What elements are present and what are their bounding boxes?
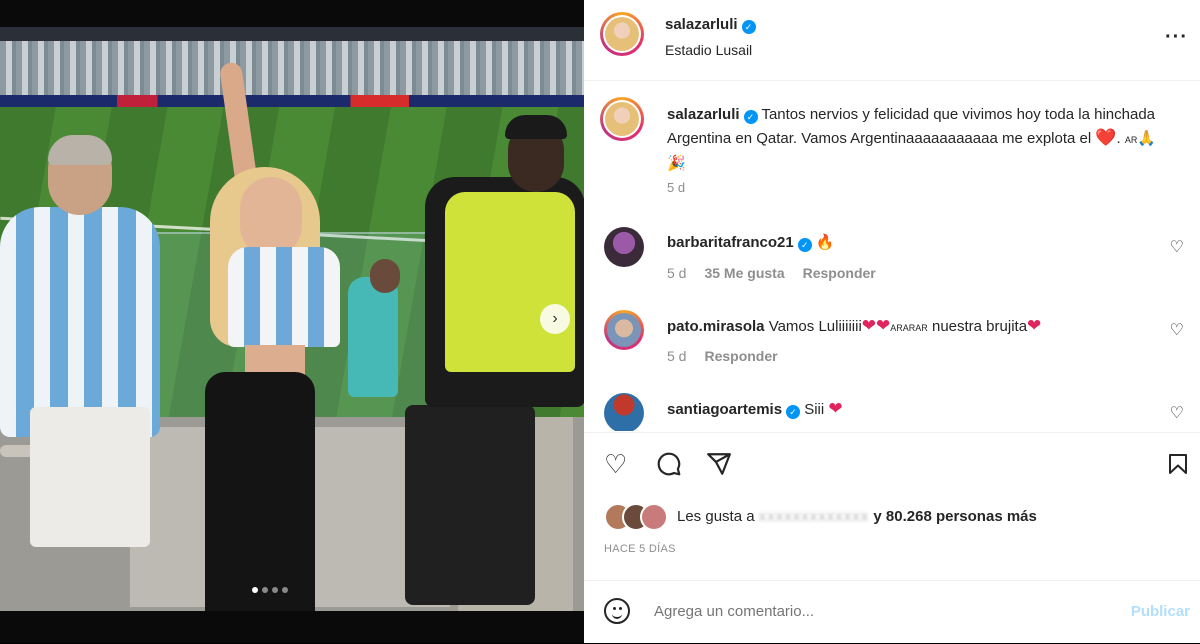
chevron-right-icon: › bbox=[552, 310, 558, 327]
media-dot bbox=[262, 587, 268, 593]
caption-tail: . bbox=[1116, 130, 1125, 147]
comment-text: Siii bbox=[804, 401, 825, 418]
heart-outline-icon: ♡ bbox=[604, 449, 628, 479]
worker-head bbox=[370, 259, 400, 293]
woman-midriff bbox=[245, 345, 305, 375]
verified-badge-icon: ✓ bbox=[797, 238, 812, 252]
flag-emoji-label: ARARAR bbox=[890, 323, 928, 333]
advertising-boards bbox=[0, 95, 584, 107]
bookmark-icon bbox=[1169, 454, 1187, 474]
comment-like-button[interactable]: ♡ bbox=[1170, 237, 1184, 257]
likes-blurred-user: xxxxxxxxxxxxx bbox=[758, 508, 870, 525]
likes-count: y 80.268 personas más bbox=[873, 508, 1037, 525]
comment-input[interactable] bbox=[654, 603, 1054, 620]
party-emoji-icon: 🎉 bbox=[667, 155, 686, 172]
post-media: › bbox=[0, 0, 584, 643]
media-dot bbox=[252, 587, 258, 593]
comment-likes[interactable]: 35 Me gusta bbox=[704, 265, 784, 281]
save-button[interactable] bbox=[1166, 451, 1190, 481]
more-horizontal-icon: ··· bbox=[1165, 26, 1188, 48]
comment-text-row: barbaritafranco21 ✓ 🔥 bbox=[667, 233, 835, 252]
caption-time: 5 d bbox=[667, 180, 686, 195]
next-media-button[interactable]: › bbox=[540, 304, 570, 334]
comment-bubble-icon bbox=[657, 452, 681, 476]
media-dots bbox=[252, 587, 288, 593]
comment-username[interactable]: barbaritafranco21 bbox=[667, 234, 794, 251]
reply-button[interactable]: Responder bbox=[704, 348, 777, 364]
comment-button[interactable] bbox=[656, 451, 682, 481]
post-photo bbox=[0, 27, 584, 611]
media-dot bbox=[282, 587, 288, 593]
comment-text-row: santiagoartemis ✓ Siii ❤ bbox=[667, 399, 843, 419]
commenter-avatar[interactable] bbox=[604, 393, 644, 431]
paper-plane-icon bbox=[707, 453, 731, 475]
author-name-row: salazarluli ✓ bbox=[665, 16, 756, 34]
heart-emoji-icon: ❤ bbox=[861, 316, 877, 335]
heart-emoji-icon: ❤ bbox=[1027, 316, 1042, 335]
heart-emoji-icon: ❤ bbox=[876, 316, 891, 335]
comment-meta: 5 d 35 Me gusta Responder bbox=[667, 265, 894, 281]
likes-text: Les gusta a xxxxxxxxxxxxx y 80.268 perso… bbox=[677, 508, 1037, 525]
media-dot bbox=[272, 587, 278, 593]
heart-emoji-icon: ❤ bbox=[828, 399, 843, 418]
stadium-roof bbox=[0, 27, 584, 41]
comment-meta: 5 d Responder bbox=[667, 348, 796, 364]
comment-text: 🔥 bbox=[815, 234, 835, 251]
likes-summary[interactable]: Les gusta a xxxxxxxxxxxxx y 80.268 perso… bbox=[604, 503, 1194, 533]
post-panel: salazarluli ✓ Estadio Lusail ··· salazarl… bbox=[584, 0, 1200, 643]
reply-button[interactable]: Responder bbox=[803, 265, 876, 281]
comment-text-row: pato.mirasola Vamos Luliiiiiii❤❤ARARAR n… bbox=[667, 316, 1041, 336]
woman-face bbox=[240, 177, 302, 257]
heart-outline-icon: ♡ bbox=[1169, 239, 1184, 256]
instagram-post-viewer: › salazarluli ✓ Estadio Lusail ··· salaz… bbox=[0, 0, 1200, 643]
comment-text: nuestra brujita bbox=[931, 318, 1028, 335]
post-header: salazarluli ✓ Estadio Lusail ··· bbox=[584, 0, 1200, 81]
woman-jersey bbox=[228, 247, 340, 347]
comment-time: 5 d bbox=[667, 265, 687, 281]
flag-emoji-label: AR bbox=[1124, 135, 1138, 145]
caption-body: salazarluli ✓ Tantos nervios y felicidad … bbox=[667, 103, 1167, 175]
like-button[interactable]: ♡ bbox=[604, 451, 627, 477]
fan-apron bbox=[30, 407, 150, 547]
publish-button[interactable]: Publicar bbox=[1131, 603, 1190, 620]
comment-like-button[interactable]: ♡ bbox=[1170, 403, 1184, 423]
author-avatar[interactable] bbox=[600, 12, 644, 56]
likes-prefix: Les gusta a bbox=[677, 508, 755, 525]
verified-badge-icon: ✓ bbox=[741, 20, 756, 34]
comment-username[interactable]: pato.mirasola bbox=[667, 318, 765, 335]
comment-time: 5 d bbox=[667, 348, 687, 364]
caption-author-avatar[interactable] bbox=[600, 97, 644, 141]
fan-jersey bbox=[0, 207, 160, 437]
liker-avatar bbox=[640, 503, 668, 531]
verified-badge-icon: ✓ bbox=[743, 110, 758, 124]
woman-pants bbox=[205, 372, 315, 611]
author-username[interactable]: salazarluli bbox=[665, 16, 738, 33]
commenter-avatar[interactable] bbox=[604, 310, 644, 350]
action-bar: ♡ bbox=[584, 432, 1200, 503]
comment-item: santiagoartemis ✓ Siii ❤ ♡ bbox=[600, 393, 1190, 431]
verified-badge-icon: ✓ bbox=[786, 405, 801, 419]
posted-time: HACE 5 DÍAS bbox=[604, 543, 676, 555]
commenter-avatar[interactable] bbox=[604, 227, 644, 267]
comment-text: Vamos Luliiiiiii bbox=[768, 318, 862, 335]
fan-hair bbox=[48, 135, 112, 165]
pray-emoji-icon: 🙏 bbox=[1137, 130, 1157, 147]
caption-text: Tantos nervios y felicidad que vivimos h… bbox=[667, 106, 1156, 147]
share-button[interactable] bbox=[706, 451, 732, 481]
steward-cap bbox=[505, 115, 567, 139]
worker bbox=[348, 277, 398, 397]
comment-username[interactable]: santiagoartemis bbox=[667, 401, 782, 418]
emoji-picker-icon[interactable] bbox=[604, 598, 630, 624]
post-location[interactable]: Estadio Lusail bbox=[665, 42, 752, 58]
steward-vest bbox=[445, 192, 575, 372]
heart-outline-icon: ♡ bbox=[1169, 322, 1184, 339]
caption-username[interactable]: salazarluli bbox=[667, 106, 740, 123]
more-options-button[interactable]: ··· bbox=[1165, 26, 1188, 49]
heart-emoji-icon: ❤️ bbox=[1095, 128, 1117, 147]
comment-like-button[interactable]: ♡ bbox=[1170, 320, 1184, 340]
heart-outline-icon: ♡ bbox=[1169, 405, 1184, 422]
add-comment-bar: Publicar bbox=[584, 580, 1200, 644]
steward-legs bbox=[405, 405, 535, 605]
